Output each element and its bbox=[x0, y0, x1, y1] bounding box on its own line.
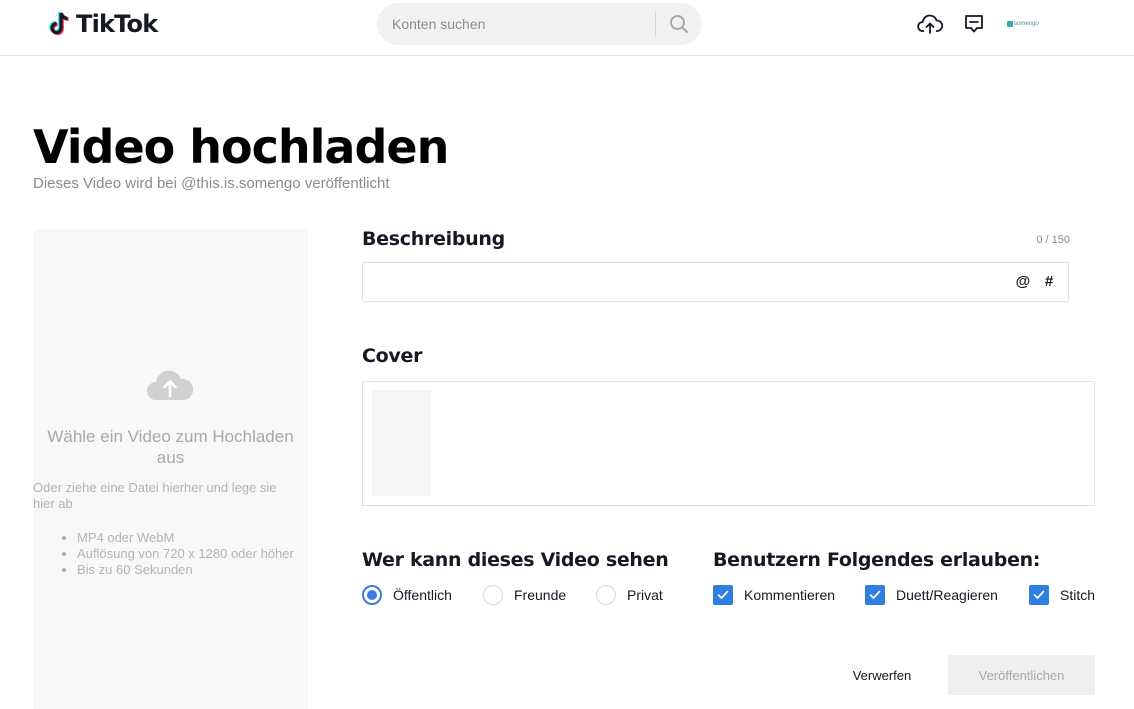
visibility-option-friends[interactable]: Freunde bbox=[483, 584, 566, 606]
checkbox-checked[interactable] bbox=[1029, 585, 1049, 605]
character-counter: 0 / 150 bbox=[1036, 234, 1070, 246]
search-input[interactable] bbox=[377, 3, 655, 45]
description-field: @ # bbox=[362, 262, 1069, 302]
upload-nav-button[interactable] bbox=[917, 11, 943, 37]
cover-selector bbox=[362, 381, 1095, 506]
option-label: Freunde bbox=[514, 587, 567, 603]
search-icon bbox=[670, 15, 688, 33]
checkmark-icon bbox=[717, 590, 729, 599]
visibility-option-private[interactable]: Privat bbox=[596, 584, 663, 606]
permission-duet[interactable]: Duett/Reagieren bbox=[865, 584, 998, 606]
option-label: Öffentlich bbox=[393, 587, 452, 603]
visibility-options: Öffentlich Freunde Privat bbox=[362, 584, 682, 606]
upload-drag-hint: Oder ziehe eine Datei hierher und lege s… bbox=[33, 480, 277, 511]
description-label: Beschreibung bbox=[362, 228, 505, 250]
radio-checked[interactable] bbox=[362, 585, 382, 605]
radio-unchecked[interactable] bbox=[596, 585, 616, 605]
mention-button[interactable]: @ bbox=[1014, 272, 1032, 292]
page-subtitle: Dieses Video wird bei @this.is.somengo v… bbox=[33, 175, 390, 192]
page-title: Video hochladen bbox=[33, 120, 449, 174]
search-bar bbox=[377, 3, 702, 45]
list-item: Auflösung von 720 x 1280 oder höher bbox=[77, 546, 307, 562]
list-item: MP4 oder WebM bbox=[77, 530, 307, 546]
list-item: Bis zu 60 Sekunden bbox=[77, 562, 307, 578]
checkmark-icon bbox=[869, 590, 881, 599]
option-label: Kommentieren bbox=[744, 587, 836, 603]
tiktok-logo[interactable]: TikTok bbox=[48, 8, 158, 40]
permissions-label: Benutzern Folgendes erlauben: bbox=[713, 549, 1041, 571]
checkbox-checked[interactable] bbox=[713, 585, 733, 605]
option-label: Privat bbox=[627, 587, 663, 603]
video-upload-dropzone[interactable]: Wähle ein Video zum Hochladen aus Oder z… bbox=[33, 229, 308, 709]
avatar-label: somengo bbox=[1014, 21, 1039, 27]
avatar[interactable]: somengo bbox=[1007, 14, 1041, 34]
discard-button[interactable]: Verwerfen bbox=[836, 655, 928, 695]
brand-name: TikTok bbox=[76, 10, 158, 38]
cover-label: Cover bbox=[362, 345, 423, 367]
cloud-upload-icon bbox=[147, 370, 194, 400]
checkbox-checked[interactable] bbox=[865, 585, 885, 605]
search-button[interactable] bbox=[656, 3, 702, 45]
tiktok-note-icon bbox=[49, 11, 69, 36]
avatar-logo-mark bbox=[1007, 21, 1013, 27]
message-icon bbox=[965, 15, 983, 33]
visibility-label: Wer kann dieses Video sehen bbox=[362, 549, 669, 571]
publish-button[interactable]: Veröffentlichen bbox=[948, 655, 1095, 695]
upload-heading: Wähle ein Video zum Hochladen aus bbox=[47, 427, 294, 467]
permission-options: Kommentieren Duett/Reagieren Stitch bbox=[713, 584, 1103, 606]
permission-comment[interactable]: Kommentieren bbox=[713, 584, 835, 606]
option-label: Stitch bbox=[1060, 587, 1096, 603]
inbox-nav-button[interactable] bbox=[961, 11, 987, 37]
permission-stitch[interactable]: Stitch bbox=[1029, 584, 1095, 606]
upload-requirements: MP4 oder WebM Auflösung von 720 x 1280 o… bbox=[77, 530, 307, 578]
option-label: Duett/Reagieren bbox=[896, 587, 998, 603]
hashtag-button[interactable]: # bbox=[1040, 272, 1058, 292]
radio-unchecked[interactable] bbox=[483, 585, 503, 605]
cover-thumbnail-placeholder[interactable] bbox=[372, 390, 431, 496]
checkmark-icon bbox=[1033, 590, 1045, 599]
description-input[interactable] bbox=[363, 263, 1003, 301]
visibility-option-public[interactable]: Öffentlich bbox=[362, 584, 452, 606]
top-navbar: TikTok somengo bbox=[0, 0, 1134, 56]
cloud-upload-icon bbox=[917, 14, 943, 34]
